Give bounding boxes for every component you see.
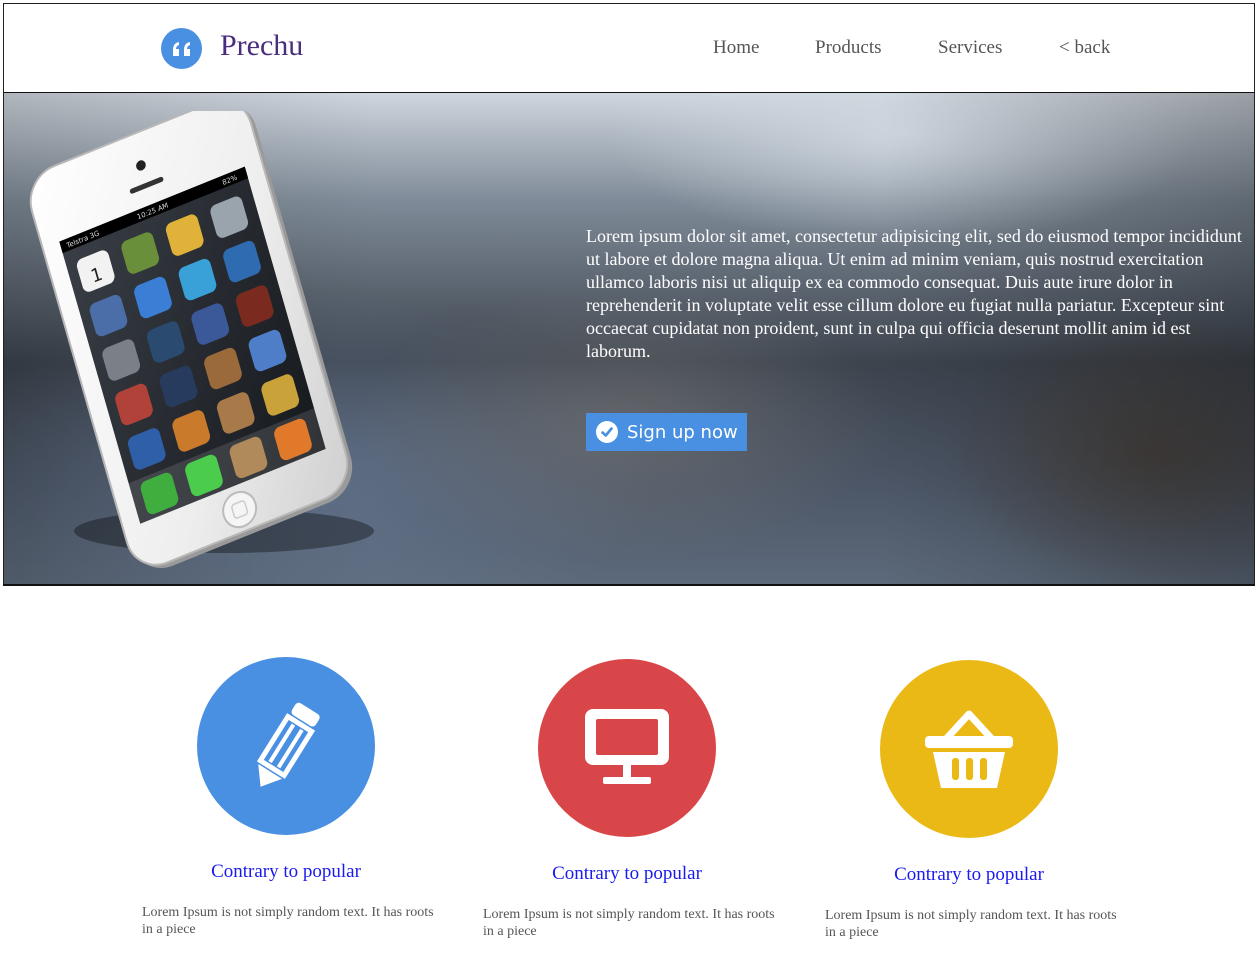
feature-title-1[interactable]: Contrary to popular — [126, 861, 446, 883]
basket-icon[interactable] — [880, 660, 1058, 838]
feature-desc-1: Lorem Ipsum is not simply random text. I… — [142, 905, 434, 937]
nav-services[interactable]: Services — [938, 37, 1002, 59]
feature-title-3[interactable]: Contrary to popular — [809, 864, 1129, 886]
nav-home[interactable]: Home — [713, 37, 759, 59]
feature-card-2: Contrary to popular Lorem Ipsum is not s… — [467, 659, 787, 939]
hero-text: Lorem ipsum dolor sit amet, consectetur … — [586, 226, 1242, 361]
nav-back[interactable]: < back — [1059, 37, 1110, 59]
feature-title-2[interactable]: Contrary to popular — [467, 863, 787, 885]
main-nav: Home Products Services < back — [4, 37, 1254, 67]
feature-card-1: Contrary to popular Lorem Ipsum is not s… — [126, 657, 446, 937]
page: Prechu Home Products Services < back Tel… — [0, 0, 1259, 957]
feature-desc-2: Lorem Ipsum is not simply random text. I… — [483, 907, 775, 939]
feature-card-3: Contrary to popular Lorem Ipsum is not s… — [809, 660, 1129, 940]
smartphone-image: Telstra 3G 10:25 AM 82% 1 — [29, 111, 374, 568]
check-circle-icon — [596, 421, 618, 443]
hero-banner: Telstra 3G 10:25 AM 82% 1 Lorem ipsum do… — [3, 93, 1255, 586]
nav-products[interactable]: Products — [815, 37, 882, 59]
site-header: Prechu Home Products Services < back — [3, 3, 1255, 94]
monitor-icon[interactable] — [538, 659, 716, 837]
sign-up-button-label: Sign up now — [627, 421, 738, 443]
sign-up-button[interactable]: Sign up now — [586, 413, 747, 451]
pencil-icon[interactable] — [197, 657, 375, 835]
feature-desc-3: Lorem Ipsum is not simply random text. I… — [825, 908, 1117, 940]
